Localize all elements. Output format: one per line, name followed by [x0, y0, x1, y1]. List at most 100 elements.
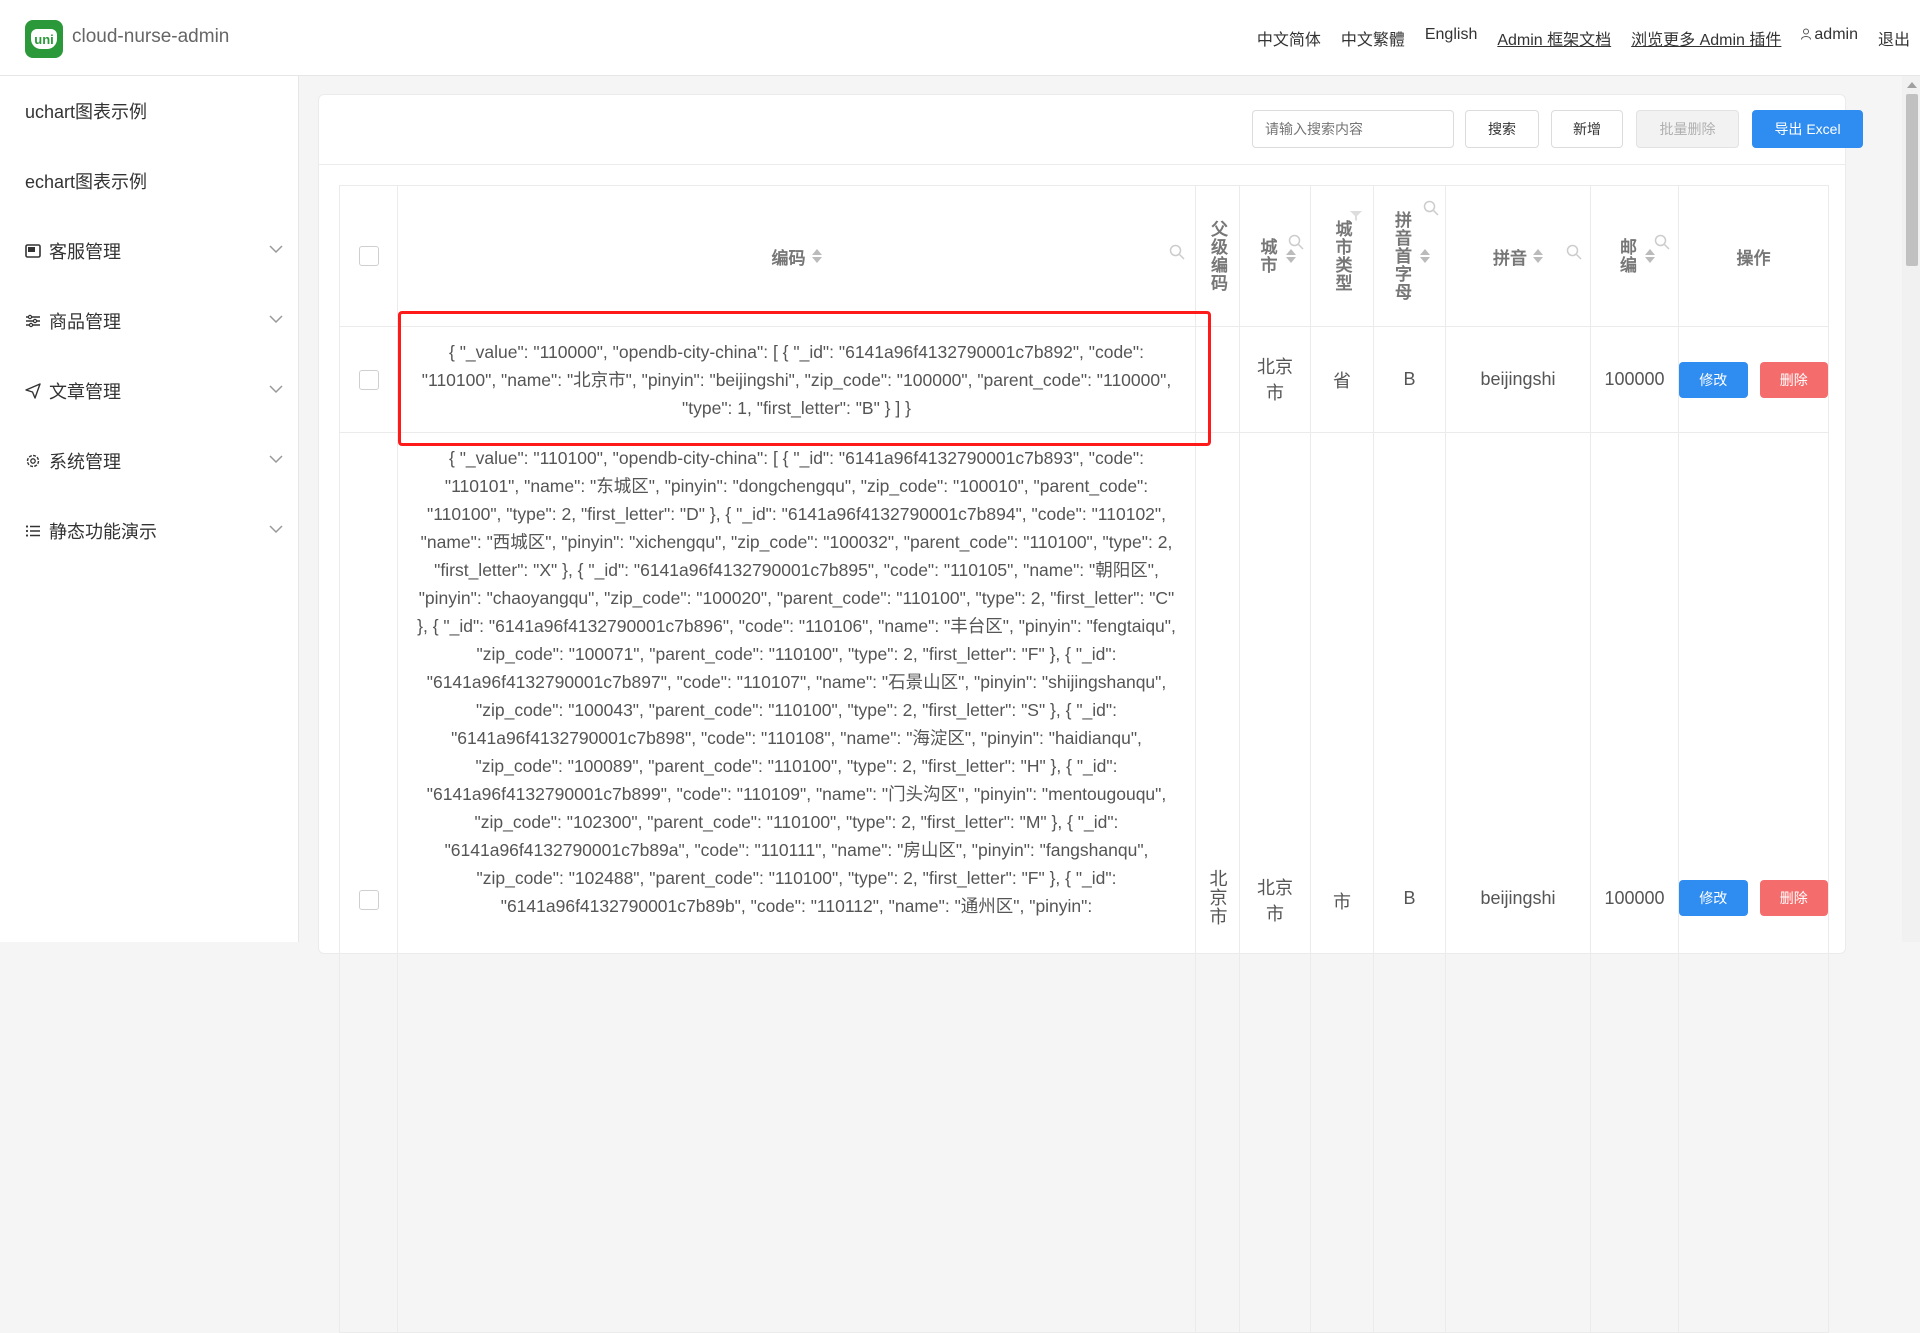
sidebar-item-system[interactable]: 系统管理 [0, 426, 298, 496]
table-row: { "_value": "110000", "opendb-city-china… [340, 327, 1828, 433]
header-city-label: 城市 [1257, 238, 1277, 274]
cell-code: { "_value": "110100", "opendb-city-china… [398, 433, 1196, 1332]
app-logo[interactable]: uni [25, 20, 63, 58]
sort-icon[interactable] [1285, 249, 1296, 263]
sidebar-item-label: 系统管理 [49, 452, 121, 472]
sidebar-item-products[interactable]: 商品管理 [0, 286, 298, 356]
header-pinyin-label: 拼音 [1493, 248, 1527, 268]
add-button[interactable]: 新增 [1551, 110, 1623, 148]
cell-first-letter: B [1374, 433, 1446, 1332]
nav-lang-simplified[interactable]: 中文简体 [1257, 26, 1321, 50]
filter-icon[interactable] [1349, 210, 1363, 222]
row-select [340, 433, 398, 1332]
header-zip-label: 邮编 [1617, 238, 1636, 274]
header-first-letter-label: 拼音首字母 [1392, 211, 1411, 301]
nav-admin-plugins-link[interactable]: 浏览更多 Admin 插件 [1631, 26, 1781, 50]
nav-lang-english[interactable]: English [1425, 26, 1477, 50]
search-input[interactable] [1252, 110, 1454, 148]
data-table: 编码 父级编码 城市 城市类型 拼音首字母 拼音 邮编 操作 {"_value… [339, 185, 1829, 1333]
top-bar: uni cloud-nurse-admin 中文简体 中文繁體 English … [0, 0, 1920, 76]
sidebar-item-label: 客服管理 [49, 242, 121, 262]
chevron-down-icon [269, 245, 283, 254]
first-letter-text: B [1403, 888, 1416, 908]
cell-parent-code: 北京市 [1196, 433, 1240, 1332]
sidebar-item-uchart[interactable]: uchart图表示例 [0, 76, 298, 146]
batch-delete-button[interactable]: 批量删除 [1636, 110, 1739, 148]
sliders-icon [25, 313, 41, 329]
cell-code: { "_value": "110000", "opendb-city-china… [398, 327, 1196, 432]
scroll-up-arrow-icon[interactable] [1907, 82, 1917, 88]
cell-first-letter: B [1374, 327, 1446, 432]
edit-button[interactable]: 修改 [1679, 361, 1748, 398]
nav-user[interactable]: admin [1801, 26, 1858, 50]
search-icon[interactable] [1169, 244, 1185, 260]
export-excel-button[interactable]: 导出 Excel [1752, 110, 1863, 148]
search-button[interactable]: 搜索 [1465, 110, 1539, 148]
list-icon [25, 523, 41, 539]
header-parent-code-label: 父级编码 [1208, 220, 1227, 292]
header-pinyin[interactable]: 拼音 [1446, 186, 1591, 326]
search-icon[interactable] [1566, 244, 1582, 260]
sidebar-item-customer-service[interactable]: 客服管理 [0, 216, 298, 286]
cell-pinyin: beijingshi [1446, 433, 1591, 1332]
delete-button[interactable]: 删除 [1759, 880, 1828, 916]
sidebar-item-label: 文章管理 [49, 382, 121, 402]
parent-code-text: 北京市 [1207, 869, 1228, 926]
app-title: cloud-nurse-admin [72, 26, 230, 47]
nav-username: admin [1814, 26, 1858, 43]
header-code-label: 编码 [771, 248, 806, 268]
select-all-checkbox[interactable] [358, 246, 379, 266]
search-icon[interactable] [1423, 200, 1439, 216]
city-type-text: 市 [1333, 892, 1351, 912]
logo-text: uni [31, 29, 57, 49]
cell-zip: 100000 [1591, 433, 1679, 1332]
chevron-down-icon [269, 455, 283, 464]
chevron-down-icon [269, 525, 283, 534]
sidebar: uchart图表示例 echart图表示例 客服管理 商品管理 文章管理 系统管… [0, 76, 299, 942]
send-icon [25, 383, 41, 399]
chevron-down-icon [269, 315, 283, 324]
cell-actions: 修改 删除 [1679, 327, 1828, 432]
sidebar-item-label: 商品管理 [49, 312, 121, 332]
sort-icon[interactable] [1645, 249, 1655, 263]
table-header-row: 编码 父级编码 城市 城市类型 拼音首字母 拼音 邮编 操作 [340, 186, 1828, 327]
cell-zip: 100000 [1591, 327, 1679, 432]
delete-button[interactable]: 删除 [1759, 361, 1828, 398]
nav-lang-traditional[interactable]: 中文繁體 [1341, 26, 1405, 50]
header-city-type[interactable]: 城市类型 [1311, 186, 1374, 326]
header-first-letter[interactable]: 拼音首字母 [1374, 186, 1446, 326]
sort-icon[interactable] [1533, 249, 1543, 263]
header-actions-label: 操作 [1736, 248, 1771, 268]
nav-logout[interactable]: 退出 [1878, 26, 1910, 50]
sort-icon[interactable] [811, 249, 822, 263]
header-code[interactable]: 编码 [398, 186, 1196, 326]
scrollbar-thumb[interactable] [1906, 94, 1918, 266]
city-type-text: 省 [1333, 370, 1351, 391]
header-select-all [340, 186, 398, 326]
cell-city-type: 市 [1311, 433, 1374, 1332]
edit-button[interactable]: 修改 [1679, 880, 1748, 916]
sort-icon[interactable] [1420, 249, 1430, 263]
sidebar-item-static-demo[interactable]: 静态功能演示 [0, 496, 298, 566]
row-checkbox[interactable] [358, 890, 379, 910]
image-icon [25, 243, 41, 259]
search-icon[interactable] [1288, 234, 1304, 250]
city-text: 北京市 [1257, 356, 1293, 403]
zip-text: 100000 [1604, 369, 1665, 389]
row-select [340, 327, 398, 432]
header-city[interactable]: 城市 [1240, 186, 1311, 326]
header-zip[interactable]: 邮编 [1591, 186, 1679, 326]
search-icon[interactable] [1654, 234, 1670, 250]
cell-actions: 修改 删除 [1679, 433, 1828, 1332]
row-checkbox[interactable] [358, 369, 379, 390]
sidebar-item-label: 静态功能演示 [49, 522, 157, 542]
sidebar-item-echart[interactable]: echart图表示例 [0, 146, 298, 216]
main-panel: 搜索 新增 批量删除 导出 Excel 编码 父级编码 城市 [318, 94, 1863, 1333]
header-parent-code[interactable]: 父级编码 [1196, 186, 1240, 326]
user-icon [1801, 28, 1812, 40]
nav-admin-docs-link[interactable]: Admin 框架文档 [1497, 26, 1611, 50]
page-scrollbar[interactable] [1902, 76, 1920, 942]
header-city-type-label: 城市类型 [1332, 220, 1352, 292]
sidebar-item-articles[interactable]: 文章管理 [0, 356, 298, 426]
city-text: 北京市 [1257, 878, 1293, 924]
